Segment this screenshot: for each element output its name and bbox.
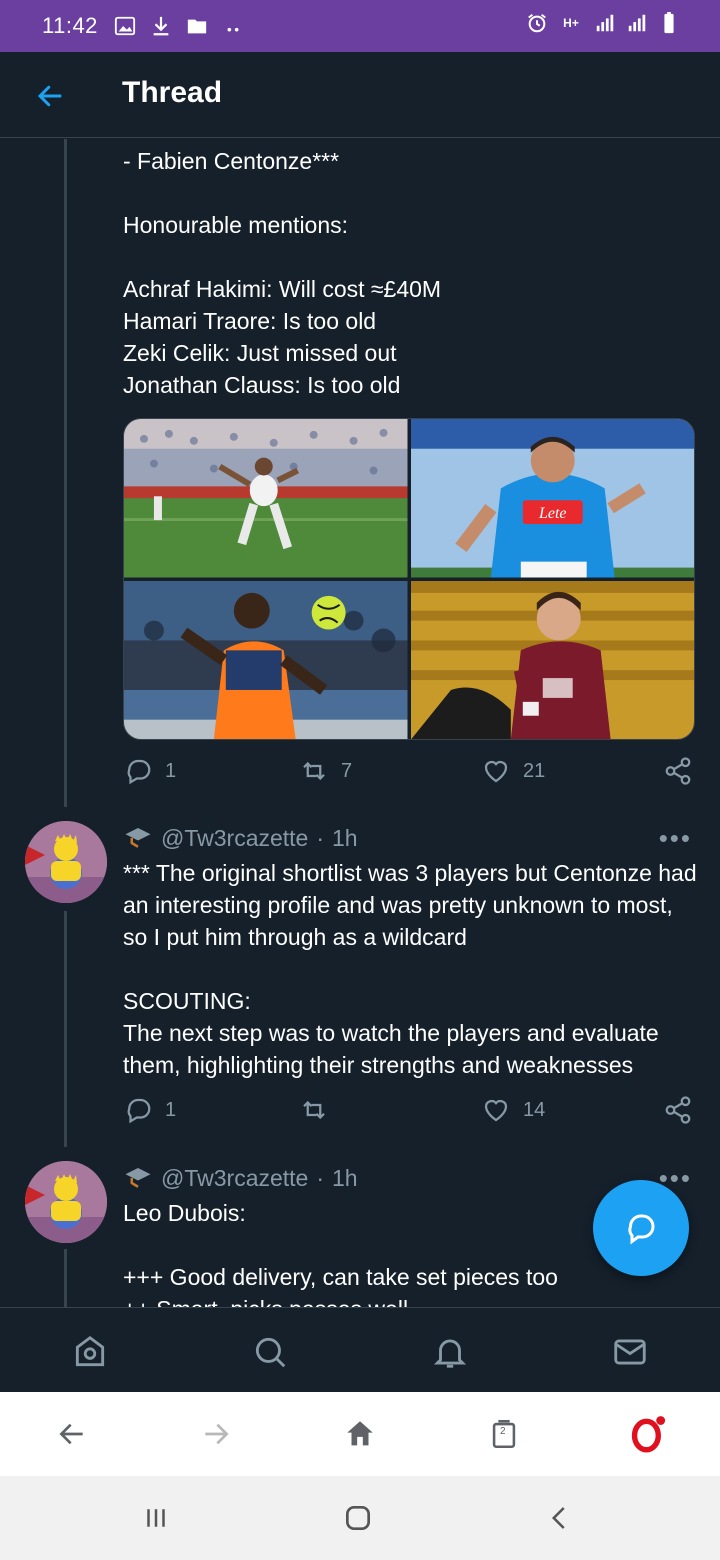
- reply-icon: [127, 759, 151, 785]
- avatar[interactable]: [25, 821, 107, 903]
- photo-player-montpellier[interactable]: [124, 580, 408, 739]
- home-circle-icon: [346, 1506, 370, 1530]
- system-back-button[interactable]: [540, 1498, 580, 1538]
- bell-icon: [433, 1339, 467, 1368]
- system-nav-bar: [0, 1476, 720, 1560]
- reply-button[interactable]: 1: [123, 756, 176, 786]
- download-icon: [150, 15, 172, 37]
- thread-connector: [64, 911, 67, 1147]
- browser-forward-button[interactable]: [196, 1414, 236, 1454]
- nav-home[interactable]: [70, 1332, 110, 1372]
- back-button[interactable]: [34, 80, 66, 112]
- signal-strength-icon: [594, 12, 616, 34]
- tweet-time: 1h: [332, 1164, 358, 1191]
- tweet-actions: 1 14: [123, 1095, 695, 1131]
- app-header: Thread: [0, 52, 720, 138]
- heart-icon: [484, 1099, 508, 1122]
- opera-logo-icon: [631, 1416, 666, 1453]
- share-icon: [665, 1096, 691, 1124]
- app-bottom-nav: [0, 1307, 720, 1392]
- network-type-label: H+: [563, 16, 579, 30]
- tweet-actions: 1 7 21: [123, 756, 695, 792]
- svg-text:Lete: Lete: [537, 505, 565, 522]
- like-button[interactable]: 21: [481, 756, 545, 786]
- recent-apps-button[interactable]: [136, 1498, 176, 1538]
- retweet-icon: [303, 1100, 325, 1120]
- status-bar: 11:42 H+: [0, 0, 720, 52]
- reply-icon: [127, 1098, 151, 1124]
- gallery-icon: [114, 15, 136, 37]
- browser-toolbar: 2: [0, 1392, 720, 1476]
- recents-icon: [147, 1509, 165, 1527]
- retweet-button[interactable]: 7: [299, 756, 352, 786]
- more-options-button[interactable]: •••: [659, 823, 692, 854]
- chevron-left-icon: [551, 1507, 565, 1529]
- thread-connector: [64, 139, 67, 807]
- browser-back-button[interactable]: [52, 1414, 92, 1454]
- page-title: Thread: [122, 76, 223, 109]
- back-arrow-icon: [37, 85, 62, 107]
- browser-tabs-button[interactable]: 2: [484, 1414, 524, 1454]
- meta-separator: ·: [316, 824, 325, 851]
- heart-icon: [484, 760, 508, 783]
- home-icon: [347, 1421, 373, 1446]
- share-button[interactable]: [663, 756, 693, 786]
- tab-count: 2: [500, 1426, 506, 1437]
- battery-icon: [658, 12, 680, 34]
- reply-button[interactable]: 1: [123, 1095, 176, 1125]
- nav-messages[interactable]: [610, 1332, 650, 1372]
- like-count: 21: [523, 759, 546, 782]
- nav-search[interactable]: [250, 1332, 290, 1372]
- tweet-handle[interactable]: @Tw3rcazette: [161, 1165, 308, 1192]
- folder-icon: [186, 15, 208, 37]
- thread-connector: [64, 1249, 67, 1307]
- tweet-meta: @Tw3rcazette · 1h: [123, 823, 358, 853]
- reply-count: 1: [165, 1098, 177, 1121]
- tweet-time: 1h: [332, 824, 358, 851]
- graduation-cap-icon: [123, 1163, 153, 1193]
- reply-count: 1: [165, 759, 177, 782]
- like-button[interactable]: 14: [481, 1095, 545, 1125]
- tweet-meta: @Tw3rcazette · 1h: [123, 1163, 358, 1193]
- arrow-right-icon: [205, 1423, 229, 1445]
- signal-strength-2-icon: [626, 12, 648, 34]
- like-count: 14: [523, 1098, 546, 1121]
- tweet-handle[interactable]: @Tw3rcazette: [161, 825, 308, 852]
- nav-notifications[interactable]: [430, 1332, 470, 1372]
- photo-player-metz[interactable]: [410, 580, 694, 739]
- compose-reply-button[interactable]: [593, 1180, 689, 1276]
- mail-icon: [614, 1339, 646, 1365]
- more-notifications-icon: [222, 15, 244, 37]
- alarm-icon: [526, 12, 548, 34]
- tweet-text: *** The original shortlist was 3 players…: [123, 860, 697, 1078]
- graduation-cap-icon: [123, 823, 153, 853]
- search-icon: [255, 1337, 286, 1368]
- meta-separator: ·: [316, 1164, 325, 1191]
- photo-player-napoli[interactable]: Lete: [410, 419, 694, 578]
- arrow-left-icon: [59, 1423, 83, 1445]
- share-button[interactable]: [663, 1095, 693, 1125]
- avatar[interactable]: [25, 1161, 107, 1243]
- retweet-button[interactable]: [299, 1095, 341, 1125]
- photo-player-lyon[interactable]: [124, 419, 408, 578]
- thread-timeline[interactable]: - Fabien Centonze*** Honourable mentions…: [0, 139, 720, 1307]
- speech-bubble-icon: [628, 1214, 655, 1245]
- share-icon: [665, 757, 691, 785]
- browser-home-button[interactable]: [340, 1414, 380, 1454]
- status-time: 11:42: [42, 13, 98, 38]
- system-home-button[interactable]: [338, 1498, 378, 1538]
- retweet-count: 7: [341, 759, 353, 782]
- tweet-media-grid[interactable]: Lete: [123, 418, 695, 740]
- opera-menu-button[interactable]: [628, 1414, 668, 1454]
- home-icon: [75, 1335, 105, 1367]
- tweet-text: - Fabien Centonze*** Honourable mentions…: [123, 148, 442, 398]
- network-type-icon: H+: [558, 12, 584, 34]
- retweet-icon: [303, 761, 325, 781]
